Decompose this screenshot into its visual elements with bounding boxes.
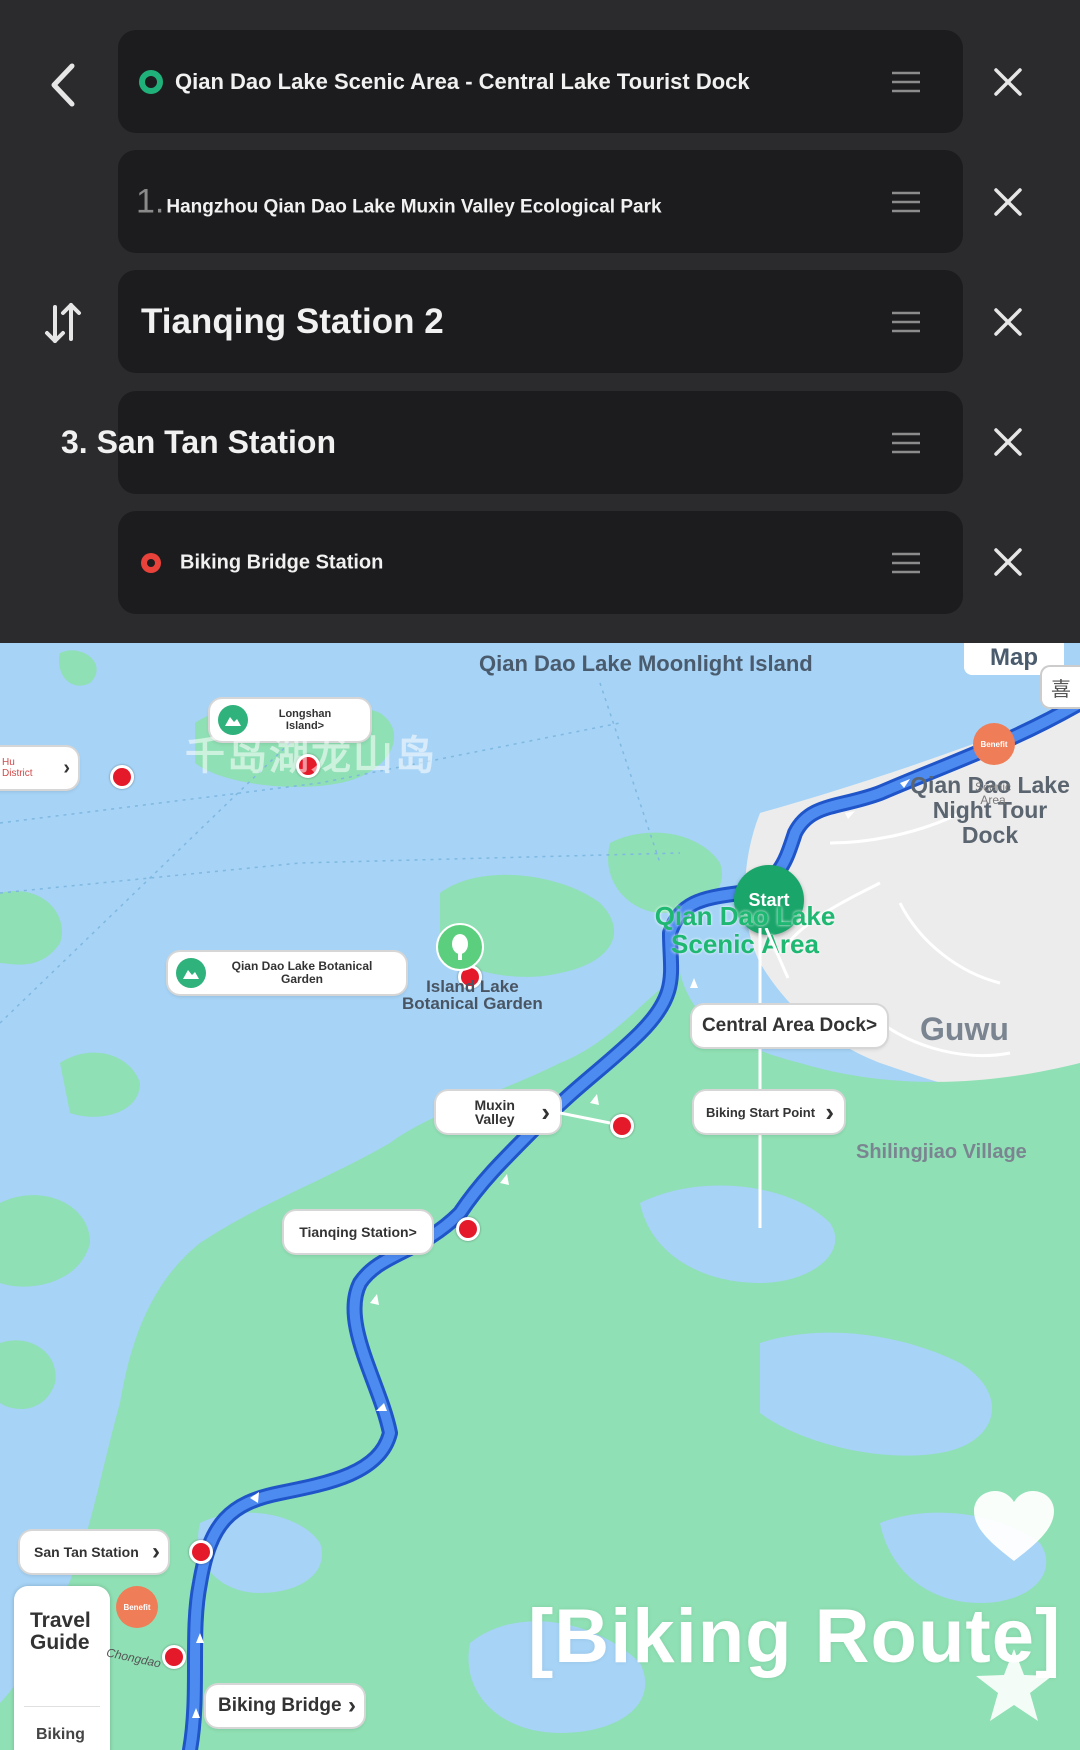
biking-bridge-card[interactable]: Biking Bridge › xyxy=(206,1685,364,1727)
botanical-garden-card[interactable]: Qian Dao Lake Botanical Garden xyxy=(168,952,406,994)
muxin-callout-line xyxy=(560,1111,611,1125)
route-stop-1[interactable]: 1. Hangzhou Qian Dao Lake Muxin Valley Ec… xyxy=(118,150,963,253)
travel-guide-panel[interactable]: Travel Guide Biking xyxy=(14,1586,110,1750)
drag-handle-icon[interactable] xyxy=(891,310,921,334)
chevron-right-icon: › xyxy=(63,756,70,779)
benefit-badge-label: Benefit xyxy=(980,739,1008,749)
back-button[interactable] xyxy=(38,55,88,115)
route-stop-2[interactable]: Tianqing Station 2 xyxy=(118,270,963,373)
guwu-label: Guwu xyxy=(920,1011,1009,1047)
heart-icon[interactable] xyxy=(972,1489,1056,1565)
stop-3-label: 3. San Tan Station xyxy=(61,424,336,460)
close-icon xyxy=(994,428,1022,456)
star-icon[interactable] xyxy=(972,1645,1056,1725)
tree-icon xyxy=(452,934,468,960)
divider xyxy=(24,1706,100,1707)
close-icon xyxy=(994,548,1022,576)
central-area-dock-label: Central Area Dock> xyxy=(701,1015,878,1036)
end-dot-icon xyxy=(141,552,161,573)
swap-icon xyxy=(45,303,81,343)
remove-stop-button[interactable] xyxy=(988,182,1028,222)
close-icon xyxy=(994,188,1022,216)
travel-guide-label: Travel Guide xyxy=(30,1609,91,1654)
benefit-badge[interactable]: Benefit xyxy=(116,1586,158,1628)
route-editor-panel: Qian Dao Lake Scenic Area - Central Lake… xyxy=(0,0,1080,643)
chevron-right-icon: › xyxy=(348,1692,356,1719)
hu-district-label: Hu District xyxy=(2,757,33,779)
remove-stop-button[interactable] xyxy=(988,542,1028,582)
chevron-right-icon: › xyxy=(152,1538,160,1565)
botanical-garden-marker[interactable] xyxy=(436,923,484,971)
start-stop-label: Qian Dao Lake Scenic Area - Central Lake… xyxy=(175,68,750,94)
stop-1-number: 1. xyxy=(136,182,165,220)
biking-tab[interactable]: Biking xyxy=(36,1726,85,1744)
biking-bridge-label: Biking Bridge xyxy=(218,1695,342,1716)
tianqing-station-label: Tianqing Station> xyxy=(299,1224,417,1240)
map-pin[interactable] xyxy=(162,1645,186,1669)
route-stop-end[interactable]: Biking Bridge Station xyxy=(118,511,963,614)
chevron-right-icon: › xyxy=(541,1096,550,1127)
stop-1-label: 1. Hangzhou Qian Dao Lake Muxin Valley Ec… xyxy=(136,182,662,221)
map-pin[interactable] xyxy=(189,1540,213,1564)
drag-handle-icon[interactable] xyxy=(891,190,921,214)
chevron-left-icon xyxy=(51,63,75,107)
start-callout-lines xyxy=(758,928,790,1228)
island-lake-garden-label: Island Lake Botanical Garden xyxy=(402,977,543,1013)
remove-stop-button[interactable] xyxy=(988,62,1028,102)
biking-start-point-card[interactable]: Biking Start Point › xyxy=(694,1091,844,1133)
stop-1-name: Hangzhou Qian Dao Lake Muxin Valley Ecol… xyxy=(166,196,662,217)
scenic-area-sublabel: Scenic Area xyxy=(975,780,1012,807)
longshan-cn-watermark: 千岛湖龙山岛 xyxy=(185,734,437,778)
close-icon xyxy=(994,308,1022,336)
map-pin[interactable] xyxy=(110,765,134,789)
close-icon xyxy=(994,68,1022,96)
biking-start-point-label: Biking Start Point xyxy=(706,1104,816,1120)
muxin-valley-label: Muxin Valley xyxy=(474,1097,515,1127)
map-extra-tab[interactable]: 喜 xyxy=(1042,667,1080,707)
benefit-badge[interactable]: Benefit xyxy=(973,723,1015,765)
shilingjiao-village-label: Shilingjiao Village xyxy=(856,1141,1027,1163)
central-area-dock-card[interactable]: Central Area Dock> xyxy=(692,1005,887,1047)
remove-stop-button[interactable] xyxy=(988,422,1028,462)
moonlight-island-label: Qian Dao Lake Moonlight Island xyxy=(479,651,813,676)
stop-2-label: Tianqing Station 2 xyxy=(141,301,444,341)
san-tan-station-card[interactable]: San Tan Station › xyxy=(20,1531,168,1573)
hu-district-card[interactable]: Hu District › xyxy=(0,747,78,789)
map-pin[interactable] xyxy=(456,1217,480,1241)
start-dot-icon xyxy=(139,69,163,94)
drag-handle-icon[interactable] xyxy=(891,70,921,94)
remove-stop-button[interactable] xyxy=(988,302,1028,342)
botanical-garden-card-label: Qian Dao Lake Botanical Garden xyxy=(231,959,373,986)
san-tan-station-label: San Tan Station xyxy=(34,1544,139,1560)
map-mode-label: Map xyxy=(990,644,1038,671)
tianqing-station-card[interactable]: Tianqing Station> xyxy=(284,1211,432,1253)
benefit-badge-label: Benefit xyxy=(123,1602,151,1612)
drag-handle-icon[interactable] xyxy=(891,551,921,575)
swap-direction-button[interactable] xyxy=(38,293,88,353)
end-stop-label: Biking Bridge Station xyxy=(180,551,384,573)
route-map[interactable]: Qian Dao Lake Moonlight Island Map 喜 Lon… xyxy=(0,643,1080,1750)
map-extra-tab-label: 喜 xyxy=(1051,678,1071,701)
chevron-right-icon: › xyxy=(825,1096,834,1127)
drag-handle-icon[interactable] xyxy=(891,431,921,455)
park-icon xyxy=(176,958,206,988)
route-stop-start[interactable]: Qian Dao Lake Scenic Area - Central Lake… xyxy=(118,30,963,133)
muxin-valley-card[interactable]: Muxin Valley › xyxy=(436,1091,560,1133)
